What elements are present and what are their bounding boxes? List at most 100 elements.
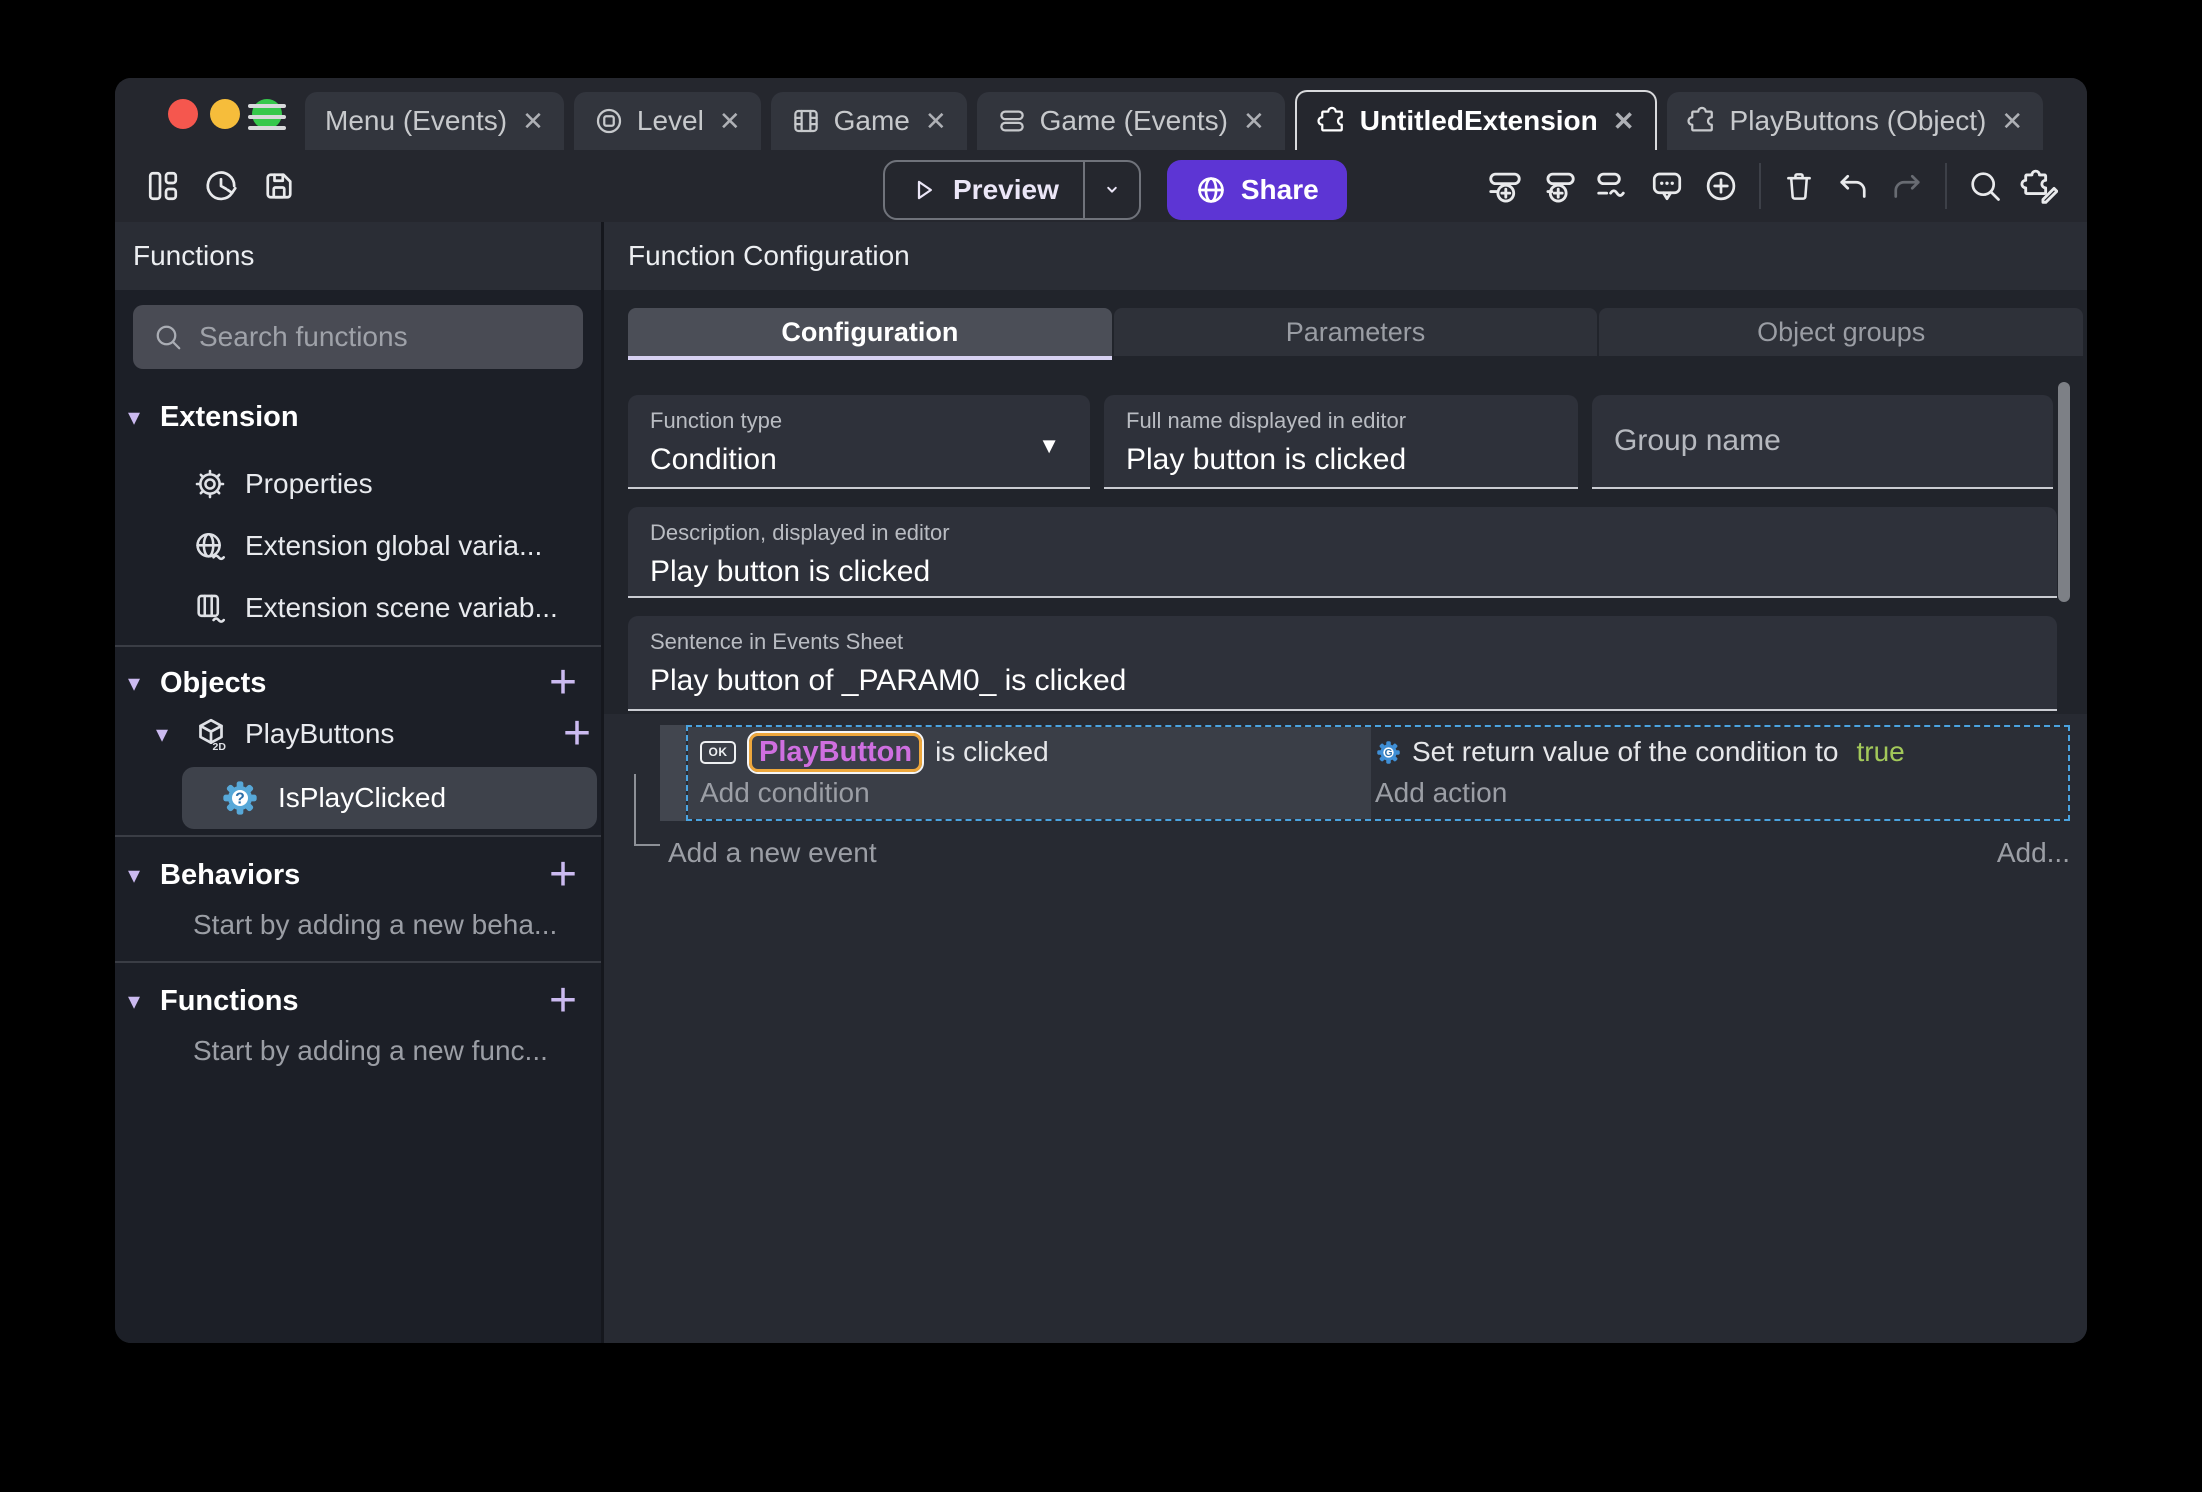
- add-action-button[interactable]: Add action: [1375, 776, 2068, 810]
- menu-hamburger-icon[interactable]: [248, 104, 286, 137]
- add-other-event-icon[interactable]: [1591, 164, 1635, 208]
- share-button[interactable]: Share: [1166, 160, 1347, 220]
- globe-variable-icon: [193, 529, 227, 563]
- chevron-down-icon[interactable]: ▾: [128, 861, 154, 890]
- redo-icon[interactable]: [1885, 164, 1929, 208]
- undo-icon[interactable]: [1831, 164, 1875, 208]
- function-type-select[interactable]: Function type Condition ▼: [628, 395, 1090, 489]
- add-object-button[interactable]: +: [549, 659, 587, 707]
- sidebar-item-global-variables[interactable]: Extension global varia...: [115, 515, 601, 577]
- action-value[interactable]: true: [1857, 736, 1905, 768]
- tab-game-events[interactable]: Game (Events) ✕: [976, 92, 1285, 150]
- tab-playbuttons-object[interactable]: PlayButtons (Object) ✕: [1666, 92, 2044, 150]
- main-header: Function Configuration: [604, 222, 2087, 290]
- add-new-event-button[interactable]: Add a new event: [668, 837, 877, 869]
- toolbar: Preview Share: [115, 150, 2087, 222]
- minimize-window-button[interactable]: [210, 99, 240, 129]
- search-icon[interactable]: [1963, 164, 2007, 208]
- close-icon[interactable]: ✕: [2001, 106, 2023, 137]
- sidebar-item-properties[interactable]: Properties: [115, 453, 601, 515]
- close-icon[interactable]: ✕: [1243, 106, 1265, 137]
- section-extension[interactable]: ▾ Extension: [115, 395, 601, 439]
- add-behavior-button[interactable]: +: [549, 851, 587, 899]
- home-panels-icon[interactable]: [141, 164, 185, 208]
- close-icon[interactable]: ✕: [925, 106, 947, 137]
- chevron-down-icon[interactable]: ▾: [128, 403, 154, 432]
- section-behaviors[interactable]: ▾ Behaviors +: [115, 851, 601, 899]
- section-label: Functions: [160, 984, 299, 1017]
- add-object-function-button[interactable]: +: [563, 710, 601, 758]
- action-sentence[interactable]: G Set return value of the condition to t…: [1375, 734, 2068, 770]
- condition-text: is clicked: [935, 736, 1049, 767]
- full-name-field[interactable]: Full name displayed in editor Play butto…: [1104, 395, 1578, 489]
- sidebar-title: Functions: [133, 240, 255, 271]
- tab-configuration[interactable]: Configuration: [628, 308, 1112, 360]
- close-icon[interactable]: ✕: [719, 106, 741, 137]
- puzzle-icon: [1317, 106, 1347, 136]
- close-icon[interactable]: ✕: [1613, 106, 1635, 137]
- event-drag-handle[interactable]: [660, 725, 686, 821]
- preview-split-button: Preview: [883, 160, 1141, 220]
- tab-object-groups[interactable]: Object groups: [1599, 308, 2084, 356]
- tab-level[interactable]: Level ✕: [573, 92, 761, 150]
- sidebar-item-scene-variables[interactable]: Extension scene variab...: [115, 577, 601, 639]
- section-objects[interactable]: ▾ Objects +: [115, 659, 601, 707]
- svg-text:2D: 2D: [213, 741, 227, 752]
- game-scene-icon: [791, 106, 821, 136]
- sidebar-item-playbuttons[interactable]: ▾ 2D PlayButtons +: [115, 705, 601, 763]
- main-body: Configuration Parameters Object groups F…: [604, 290, 2087, 1343]
- tab-game[interactable]: Game ✕: [770, 92, 967, 150]
- action-text: Set return value of the condition to: [1412, 736, 1839, 767]
- tab-menu-events[interactable]: Menu (Events) ✕: [305, 92, 564, 150]
- item-label: Extension global varia...: [245, 530, 543, 561]
- puzzle-icon: [1686, 106, 1717, 136]
- tab-label: UntitledExtension: [1359, 105, 1598, 136]
- condition-sentence[interactable]: OK PlayButton is clicked: [700, 732, 1371, 772]
- search-functions-box[interactable]: [133, 305, 583, 369]
- event-row[interactable]: OK PlayButton is clicked Add condition G: [660, 725, 2070, 821]
- description-field[interactable]: Description, displayed in editor Play bu…: [628, 507, 2057, 598]
- save-icon[interactable]: [257, 164, 301, 208]
- chevron-down-icon[interactable]: ▾: [128, 669, 154, 698]
- sentence-field[interactable]: Sentence in Events Sheet Play button of …: [628, 616, 2057, 711]
- close-icon[interactable]: ✕: [522, 106, 544, 137]
- add-subevent-icon[interactable]: [1537, 164, 1581, 208]
- chevron-down-icon[interactable]: ▾: [156, 720, 182, 749]
- add-circle-icon[interactable]: [1699, 164, 1743, 208]
- search-icon: [153, 322, 183, 352]
- events-sheet-icon: [997, 106, 1027, 136]
- group-name-input[interactable]: [1614, 424, 2010, 458]
- field-label: Function type: [650, 408, 783, 433]
- globe-icon: [1198, 177, 1224, 203]
- version-history-icon[interactable]: [199, 164, 243, 208]
- comment-icon[interactable]: [1645, 164, 1689, 208]
- add-event-icon[interactable]: [1483, 164, 1527, 208]
- preview-button[interactable]: Preview: [885, 162, 1083, 218]
- svg-text:G: G: [1385, 748, 1393, 759]
- dropdown-caret-icon: ▼: [1038, 433, 1060, 458]
- tab-parameters[interactable]: Parameters: [1113, 308, 1598, 356]
- vertical-scrollbar[interactable]: [2058, 382, 2070, 602]
- function-configuration-panel: Function Configuration Configuration Par…: [604, 222, 2087, 1343]
- object-chip[interactable]: PlayButton: [749, 732, 923, 772]
- add-more-button[interactable]: Add...: [1997, 837, 2070, 869]
- functions-sidebar: Functions ▾ Extension: [115, 222, 601, 1343]
- close-window-button[interactable]: [168, 99, 198, 129]
- search-functions-input[interactable]: [199, 321, 563, 353]
- preview-options-button[interactable]: [1085, 162, 1139, 218]
- actions-column[interactable]: G Set return value of the condition to t…: [1371, 727, 2068, 819]
- tab-untitled-extension[interactable]: UntitledExtension ✕: [1294, 90, 1657, 150]
- add-function-button[interactable]: +: [549, 977, 587, 1025]
- delete-icon[interactable]: [1777, 164, 1821, 208]
- add-condition-button[interactable]: Add condition: [700, 776, 1371, 810]
- group-name-field[interactable]: [1592, 395, 2053, 489]
- selected-event[interactable]: OK PlayButton is clicked Add condition G: [686, 725, 2070, 821]
- edit-extension-icon[interactable]: [2017, 164, 2061, 208]
- tab-label: Game (Events): [1039, 105, 1228, 136]
- tab-label: Game: [833, 105, 910, 136]
- chevron-down-icon[interactable]: ▾: [128, 987, 154, 1016]
- section-functions[interactable]: ▾ Functions +: [115, 977, 601, 1025]
- gear-icon: [193, 467, 227, 501]
- conditions-column[interactable]: OK PlayButton is clicked Add condition: [688, 727, 1371, 819]
- sidebar-item-isplayclicked[interactable]: ? IsPlayClicked: [182, 767, 597, 829]
